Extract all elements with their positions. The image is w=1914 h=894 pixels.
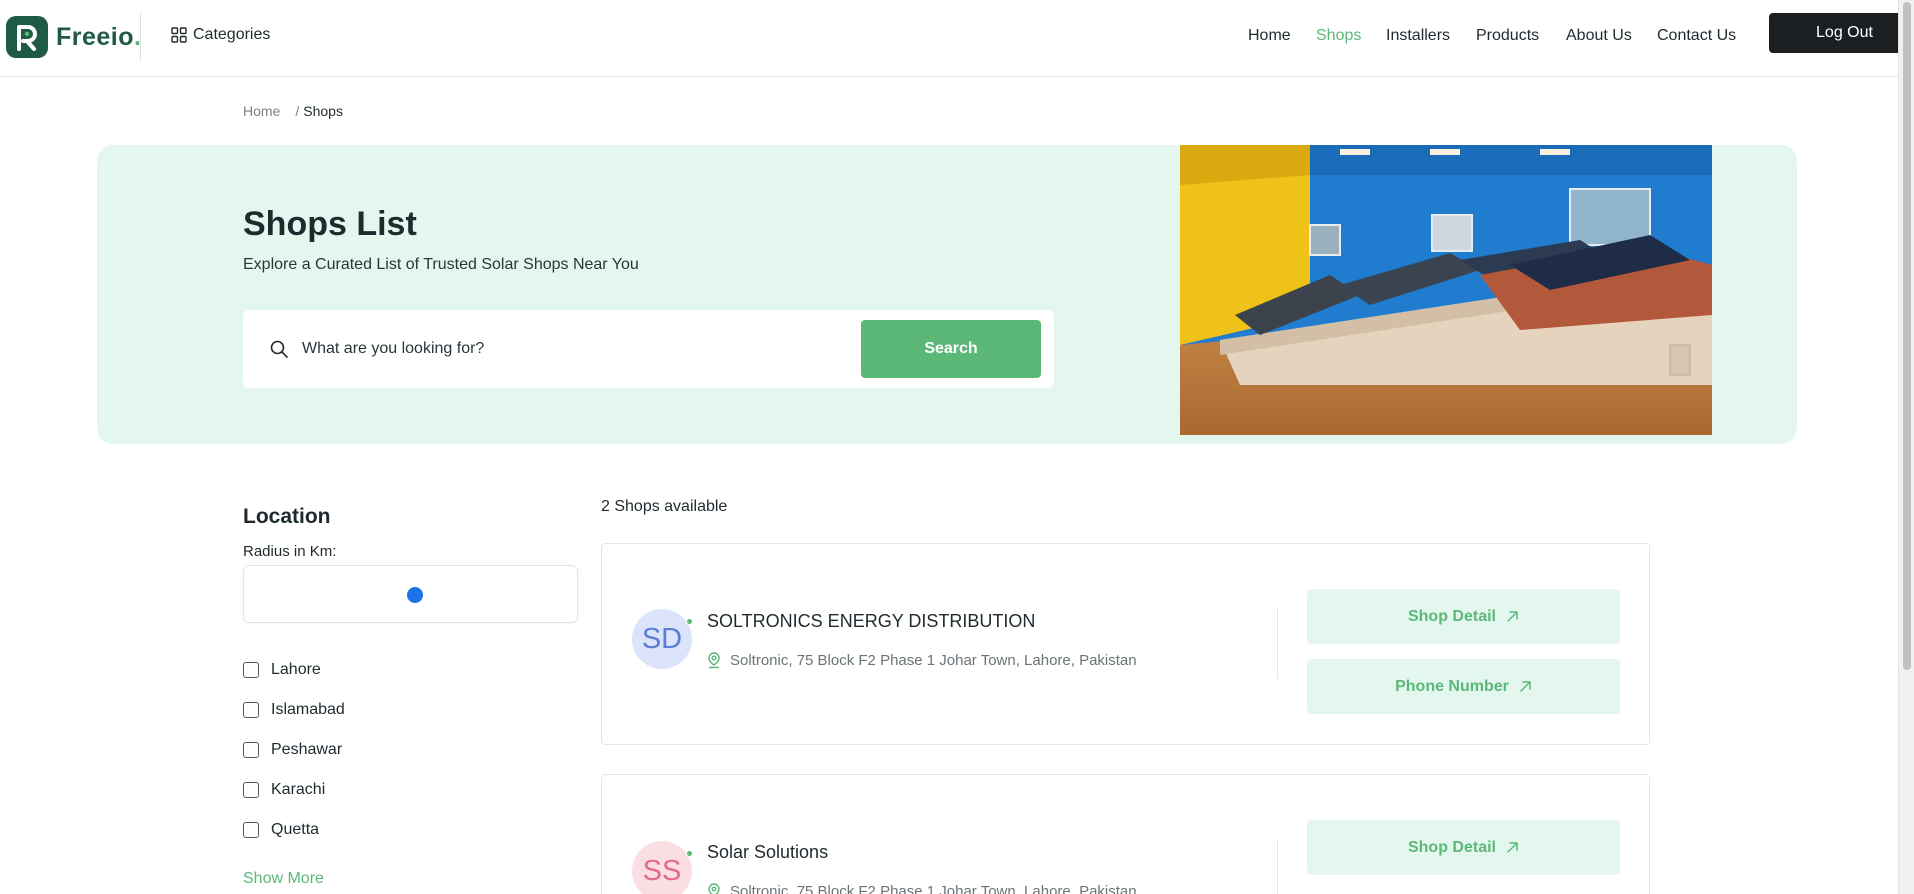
page-subtitle: Explore a Curated List of Trusted Solar …: [243, 256, 639, 273]
city-label: Peshawar: [271, 741, 343, 758]
shop-address: Soltronic, 75 Block F2 Phase 1 Johar Tow…: [707, 883, 1137, 894]
logo[interactable]: Freeio.: [6, 16, 141, 58]
breadcrumb-current: Shops: [303, 103, 343, 119]
nav-shops[interactable]: Shops: [1316, 27, 1361, 45]
shop-detail-button[interactable]: Shop Detail: [1307, 820, 1620, 875]
categories-menu[interactable]: Categories: [171, 26, 270, 44]
city-filter-lahore[interactable]: Lahore: [243, 661, 321, 679]
search-bar: Search: [243, 310, 1054, 388]
top-header: Freeio. Categories Home Shops Installers…: [0, 0, 1914, 77]
scrollbar-thumb[interactable]: [1903, 2, 1911, 670]
phone-number-button[interactable]: Phone Number: [1307, 659, 1620, 714]
nav-home[interactable]: Home: [1248, 27, 1291, 45]
logo-text: Freeio.: [56, 22, 142, 51]
shop-detail-label: Shop Detail: [1407, 607, 1496, 625]
location-pin-icon: [708, 652, 720, 669]
nav-about-us[interactable]: About Us: [1566, 27, 1632, 45]
shop-address: Soltronic, 75 Block F2 Phase 1 Johar Tow…: [707, 652, 1137, 669]
breadcrumb-separator: /: [295, 103, 300, 119]
shop-address-text: Soltronic, 75 Block F2 Phase 1 Johar Tow…: [730, 883, 1137, 894]
checkbox[interactable]: [243, 822, 259, 838]
page-scrollbar[interactable]: [1898, 0, 1914, 894]
arrow-up-right-icon: [1520, 681, 1531, 692]
logout-button[interactable]: Log Out: [1769, 13, 1914, 53]
city-label: Islamabad: [271, 701, 345, 718]
location-pin-icon: [708, 883, 720, 894]
city-label: Karachi: [271, 781, 326, 798]
online-status-dot: [686, 850, 693, 857]
breadcrumb-home[interactable]: Home: [243, 103, 280, 119]
radius-slider[interactable]: [243, 565, 578, 623]
categories-label: Categories: [193, 26, 271, 43]
shop-card: SS Solar Solutions Soltronic, 75 Block F…: [601, 774, 1650, 894]
shop-name[interactable]: Solar Solutions: [707, 842, 828, 863]
nav-contact-us[interactable]: Contact Us: [1657, 27, 1736, 45]
radius-label: Radius in Km:: [243, 543, 337, 560]
city-filter-peshawar[interactable]: Peshawar: [243, 741, 342, 759]
city-label: Quetta: [271, 821, 320, 838]
show-more-link[interactable]: Show More: [243, 870, 324, 888]
shop-avatar: SS: [632, 841, 692, 894]
search-button[interactable]: Search: [861, 320, 1041, 378]
checkbox[interactable]: [243, 782, 259, 798]
header-divider: [140, 12, 141, 62]
shop-detail-label: Shop Detail: [1407, 838, 1496, 856]
card-divider: [1277, 840, 1278, 894]
shop-detail-button[interactable]: Shop Detail: [1307, 589, 1620, 644]
arrow-up-right-icon: [1507, 842, 1518, 853]
city-label: Lahore: [271, 661, 321, 678]
shop-address-text: Soltronic, 75 Block F2 Phase 1 Johar Tow…: [730, 652, 1137, 669]
hero-banner: Shops List Explore a Curated List of Tru…: [97, 145, 1797, 444]
online-status-dot: [686, 618, 693, 625]
search-icon: [270, 340, 288, 358]
city-filter-karachi[interactable]: Karachi: [243, 781, 325, 799]
breadcrumb: Home / Shops: [243, 103, 343, 119]
page-title: Shops List: [243, 205, 417, 243]
checkbox[interactable]: [243, 702, 259, 718]
nav-products[interactable]: Products: [1476, 27, 1539, 45]
search-input[interactable]: [302, 332, 842, 366]
radius-slider-handle[interactable]: [407, 587, 423, 603]
logo-mark-icon: [6, 16, 48, 58]
shop-avatar: SD: [632, 609, 692, 669]
card-divider: [1277, 607, 1278, 679]
phone-number-label: Phone Number: [1395, 677, 1509, 695]
city-filter-islamabad[interactable]: Islamabad: [243, 701, 345, 719]
location-filter-title: Location: [243, 505, 331, 528]
shop-card: SD SOLTRONICS ENERGY DISTRIBUTION Soltro…: [601, 543, 1650, 745]
arrow-up-right-icon: [1507, 611, 1518, 622]
grid-icon: [171, 27, 187, 43]
checkbox[interactable]: [243, 742, 259, 758]
nav-installers[interactable]: Installers: [1386, 27, 1450, 45]
checkbox[interactable]: [243, 662, 259, 678]
results-count: 2 Shops available: [601, 498, 728, 515]
shop-name[interactable]: SOLTRONICS ENERGY DISTRIBUTION: [707, 611, 1035, 632]
city-filter-quetta[interactable]: Quetta: [243, 821, 319, 839]
hero-image: [1180, 145, 1712, 435]
